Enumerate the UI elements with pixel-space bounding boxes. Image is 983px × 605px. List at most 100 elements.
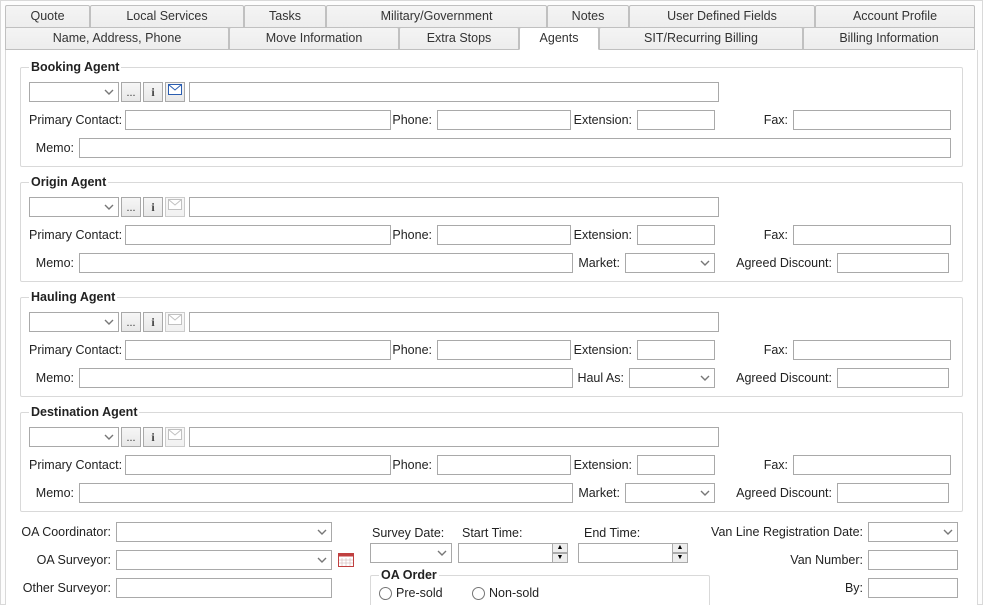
chevron-down-icon — [317, 527, 327, 537]
lookup-button[interactable]: ... — [121, 197, 141, 217]
email-icon — [168, 199, 182, 215]
booking-agent-select[interactable] — [29, 82, 119, 102]
hauling-agent-select[interactable] — [29, 312, 119, 332]
tab-notes[interactable]: Notes — [547, 5, 629, 28]
survey-date-select[interactable] — [370, 543, 452, 563]
booking-memo-input[interactable] — [79, 138, 951, 158]
tab-billing-information[interactable]: Billing Information — [803, 27, 975, 50]
presold-radio[interactable]: Pre-sold — [379, 586, 443, 600]
email-button[interactable] — [165, 312, 185, 332]
calendar-button[interactable] — [336, 550, 356, 570]
hauling-primary-contact-input[interactable] — [125, 340, 391, 360]
info-button[interactable]: i — [143, 427, 163, 447]
origin-phone-input[interactable] — [437, 225, 571, 245]
primary-contact-label: Primary Contact: — [29, 458, 125, 472]
end-time-input[interactable] — [578, 543, 672, 563]
extension-label: Extension: — [571, 458, 637, 472]
oa-coordinator-select[interactable] — [116, 522, 332, 542]
email-icon — [168, 429, 182, 445]
tab-military-government[interactable]: Military/Government — [326, 5, 547, 28]
phone-label: Phone: — [391, 113, 437, 127]
van-line-reg-date-select[interactable] — [868, 522, 958, 542]
hauling-extension-input[interactable] — [637, 340, 715, 360]
booking-agent-name-input[interactable] — [189, 82, 719, 102]
start-time-input[interactable] — [458, 543, 552, 563]
tab-name-address-phone[interactable]: Name, Address, Phone — [5, 27, 229, 50]
hauling-memo-input[interactable] — [79, 368, 573, 388]
origin-agent-name-input[interactable] — [189, 197, 719, 217]
destination-extension-input[interactable] — [637, 455, 715, 475]
tab-local-services[interactable]: Local Services — [90, 5, 244, 28]
origin-discount-input[interactable] — [837, 253, 949, 273]
phone-label: Phone: — [391, 343, 437, 357]
primary-contact-label: Primary Contact: — [29, 113, 125, 127]
tab-user-defined-fields[interactable]: User Defined Fields — [629, 5, 815, 28]
tab-extra-stops[interactable]: Extra Stops — [399, 27, 519, 50]
origin-memo-input[interactable] — [79, 253, 573, 273]
tab-account-profile[interactable]: Account Profile — [815, 5, 975, 28]
spin-down-button[interactable]: ▼ — [672, 553, 688, 563]
end-time-spinner[interactable]: ▲ ▼ — [578, 543, 688, 563]
destination-discount-input[interactable] — [837, 483, 949, 503]
destination-phone-input[interactable] — [437, 455, 571, 475]
tab-sit-recurring-billing[interactable]: SIT/Recurring Billing — [599, 27, 803, 50]
origin-market-select[interactable] — [625, 253, 715, 273]
hauling-phone-input[interactable] — [437, 340, 571, 360]
destination-agent-name-input[interactable] — [189, 427, 719, 447]
email-button[interactable] — [165, 82, 185, 102]
tab-agents[interactable]: Agents — [519, 27, 599, 50]
origin-agent-select[interactable] — [29, 197, 119, 217]
hauling-agent-name-input[interactable] — [189, 312, 719, 332]
tab-move-information[interactable]: Move Information — [229, 27, 399, 50]
other-surveyor-input[interactable] — [116, 578, 332, 598]
tab-label: Quote — [30, 9, 64, 23]
primary-contact-label: Primary Contact: — [29, 228, 125, 242]
spin-up-button[interactable]: ▲ — [672, 543, 688, 553]
origin-extension-input[interactable] — [637, 225, 715, 245]
origin-primary-contact-input[interactable] — [125, 225, 391, 245]
van-number-input[interactable] — [868, 550, 958, 570]
destination-agent-select[interactable] — [29, 427, 119, 447]
spin-down-button[interactable]: ▼ — [552, 553, 568, 563]
tab-tasks[interactable]: Tasks — [244, 5, 326, 28]
destination-memo-input[interactable] — [79, 483, 573, 503]
booking-extension-input[interactable] — [637, 110, 715, 130]
email-button[interactable] — [165, 197, 185, 217]
hauling-discount-input[interactable] — [837, 368, 949, 388]
nonsold-radio[interactable]: Non-sold — [472, 586, 539, 600]
tab-label: SIT/Recurring Billing — [644, 31, 758, 45]
primary-contact-label: Primary Contact: — [29, 343, 125, 357]
start-time-spinner[interactable]: ▲ ▼ — [458, 543, 568, 563]
hauling-haulas-select[interactable] — [629, 368, 715, 388]
info-button[interactable]: i — [143, 82, 163, 102]
origin-fax-input[interactable] — [793, 225, 951, 245]
destination-primary-contact-input[interactable] — [125, 455, 391, 475]
lookup-button[interactable]: ... — [121, 427, 141, 447]
tab-row-1: Quote Local Services Tasks Military/Gove… — [5, 5, 978, 28]
lookup-button[interactable]: ... — [121, 82, 141, 102]
presold-radio-input[interactable] — [379, 587, 392, 600]
booking-primary-contact-input[interactable] — [125, 110, 391, 130]
market-label: Market: — [573, 256, 625, 270]
oa-surveyor-select[interactable] — [116, 550, 332, 570]
info-button[interactable]: i — [143, 312, 163, 332]
spin-up-button[interactable]: ▲ — [552, 543, 568, 553]
email-icon — [168, 314, 182, 330]
tab-label: Extra Stops — [427, 31, 492, 45]
chevron-down-icon — [104, 432, 114, 442]
info-button[interactable]: i — [143, 197, 163, 217]
destination-market-select[interactable] — [625, 483, 715, 503]
tab-quote[interactable]: Quote — [5, 5, 90, 28]
other-surveyor-label: Other Surveyor: — [20, 581, 116, 595]
booking-phone-input[interactable] — [437, 110, 571, 130]
email-button[interactable] — [165, 427, 185, 447]
hauling-fax-input[interactable] — [793, 340, 951, 360]
by-input[interactable] — [868, 578, 958, 598]
chevron-down-icon — [700, 258, 710, 268]
tab-label: Notes — [572, 9, 605, 23]
lookup-button[interactable]: ... — [121, 312, 141, 332]
destination-fax-input[interactable] — [793, 455, 951, 475]
booking-fax-input[interactable] — [793, 110, 951, 130]
info-icon: i — [151, 85, 154, 100]
nonsold-radio-input[interactable] — [472, 587, 485, 600]
